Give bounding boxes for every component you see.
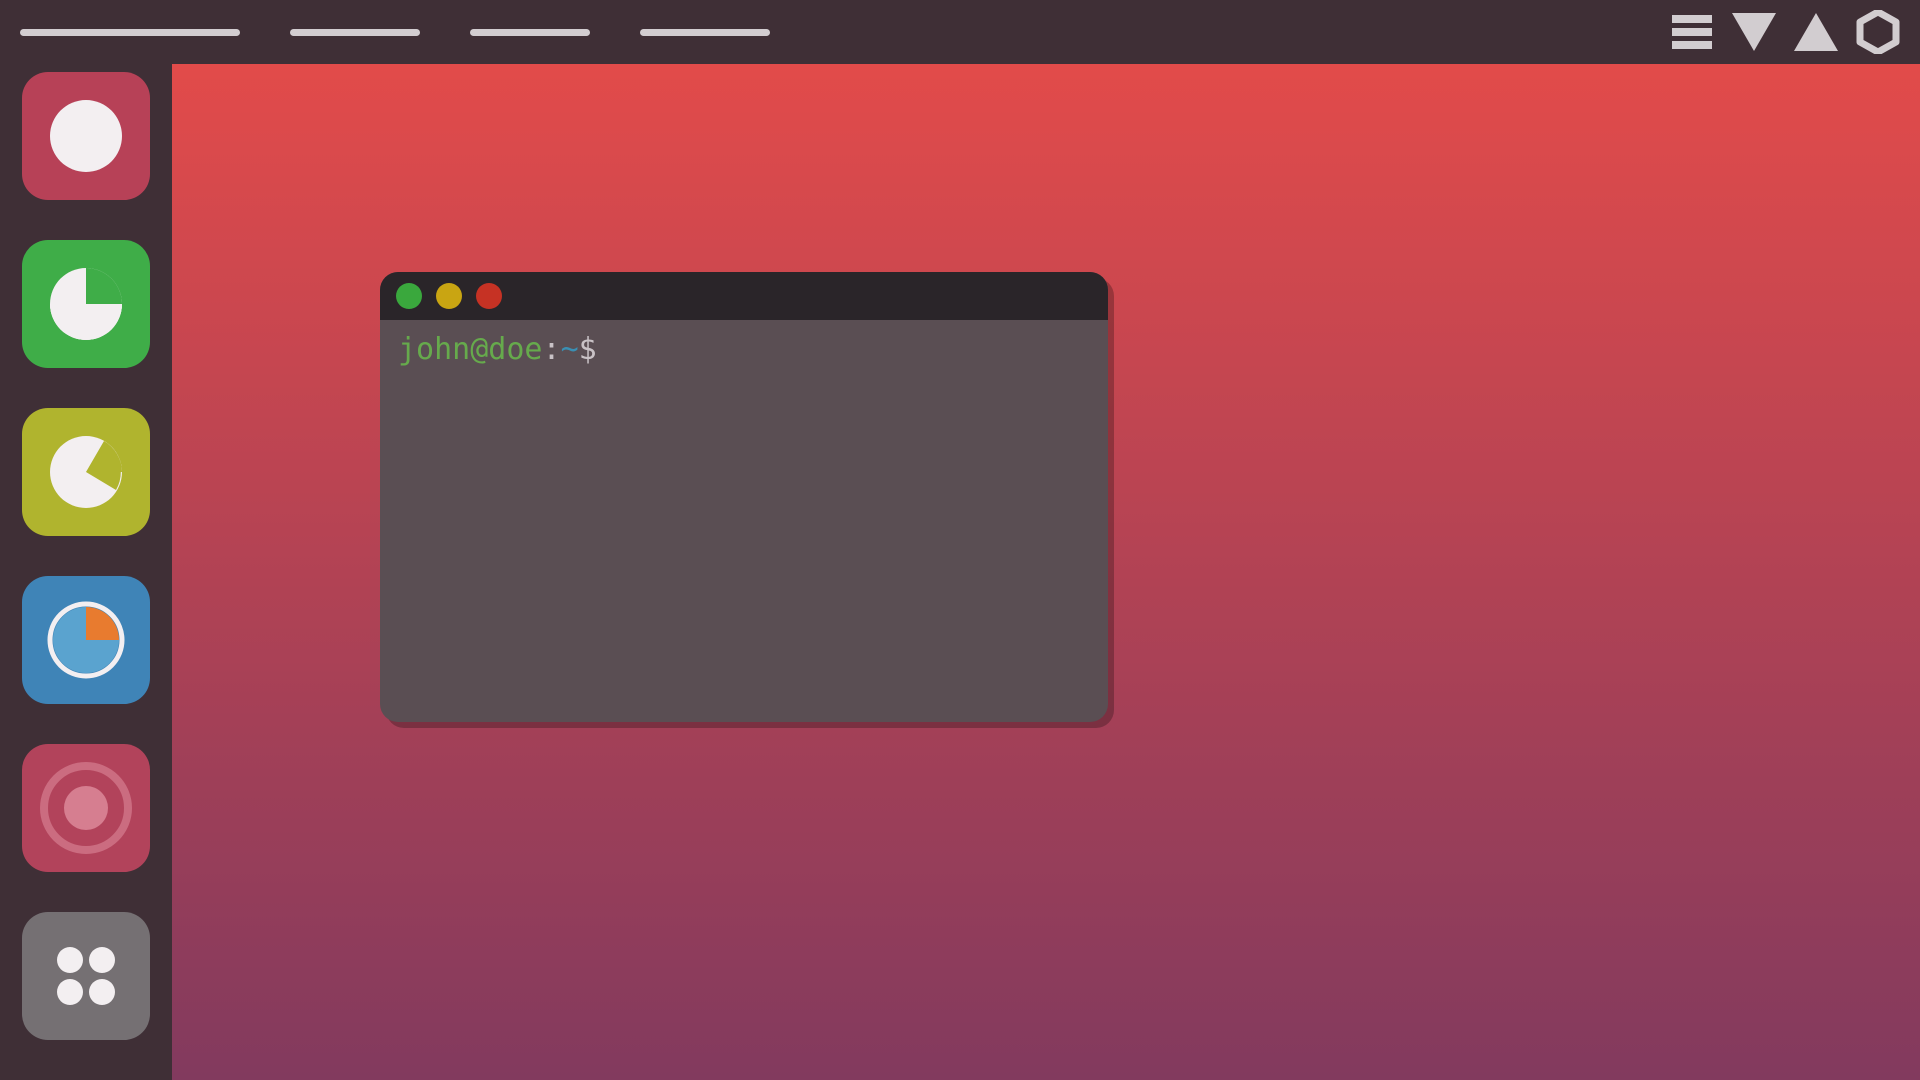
window-close-button[interactable] — [476, 283, 502, 309]
terminal-titlebar[interactable] — [380, 272, 1108, 320]
terminal-window[interactable]: john@doe:~$ — [380, 272, 1108, 722]
launcher-dock — [0, 64, 172, 1080]
menu-bar — [20, 29, 770, 36]
window-maximize-button[interactable] — [436, 283, 462, 309]
dock-app-6[interactable] — [22, 912, 150, 1040]
terminal-body[interactable]: john@doe:~$ — [380, 320, 1108, 722]
dock-app-1[interactable] — [22, 72, 150, 200]
dock-app-3[interactable] — [22, 408, 150, 536]
menu-item[interactable] — [470, 29, 590, 36]
prompt-path: ~ — [561, 332, 579, 367]
menu-icon[interactable] — [1670, 10, 1714, 54]
menu-item[interactable] — [290, 29, 420, 36]
menu-item[interactable] — [640, 29, 770, 36]
window-minimize-button[interactable] — [396, 283, 422, 309]
system-indicators — [1670, 10, 1900, 54]
triangle-down-icon[interactable] — [1732, 10, 1776, 54]
prompt-user: john@doe — [398, 332, 543, 367]
prompt-symbol: $ — [579, 332, 597, 367]
menu-item[interactable] — [20, 29, 240, 36]
dock-app-4[interactable] — [22, 576, 150, 704]
hexagon-icon[interactable] — [1856, 10, 1900, 54]
triangle-up-icon[interactable] — [1794, 10, 1838, 54]
prompt-colon: : — [543, 332, 561, 367]
dock-app-5[interactable] — [22, 744, 150, 872]
dock-app-2[interactable] — [22, 240, 150, 368]
desktop[interactable]: john@doe:~$ — [172, 64, 1920, 1080]
top-panel — [0, 0, 1920, 64]
